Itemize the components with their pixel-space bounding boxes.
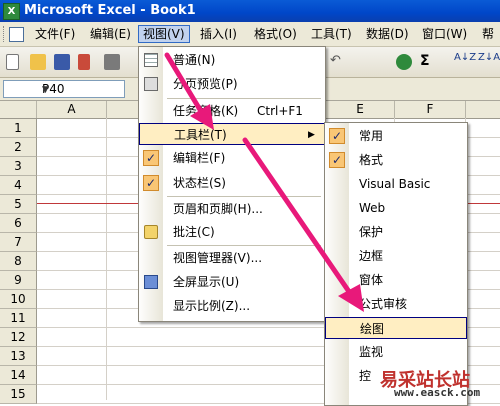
watermark-url: www.easck.com bbox=[394, 386, 481, 399]
arrowhead bbox=[190, 104, 214, 130]
site-watermark: 易采站长站 www.easck.com bbox=[370, 368, 500, 400]
arrowhead bbox=[338, 284, 364, 312]
annotation-arrows bbox=[164, 52, 364, 312]
arrow-to-drawing bbox=[242, 137, 355, 299]
arrow-to-view-menu bbox=[164, 52, 208, 121]
